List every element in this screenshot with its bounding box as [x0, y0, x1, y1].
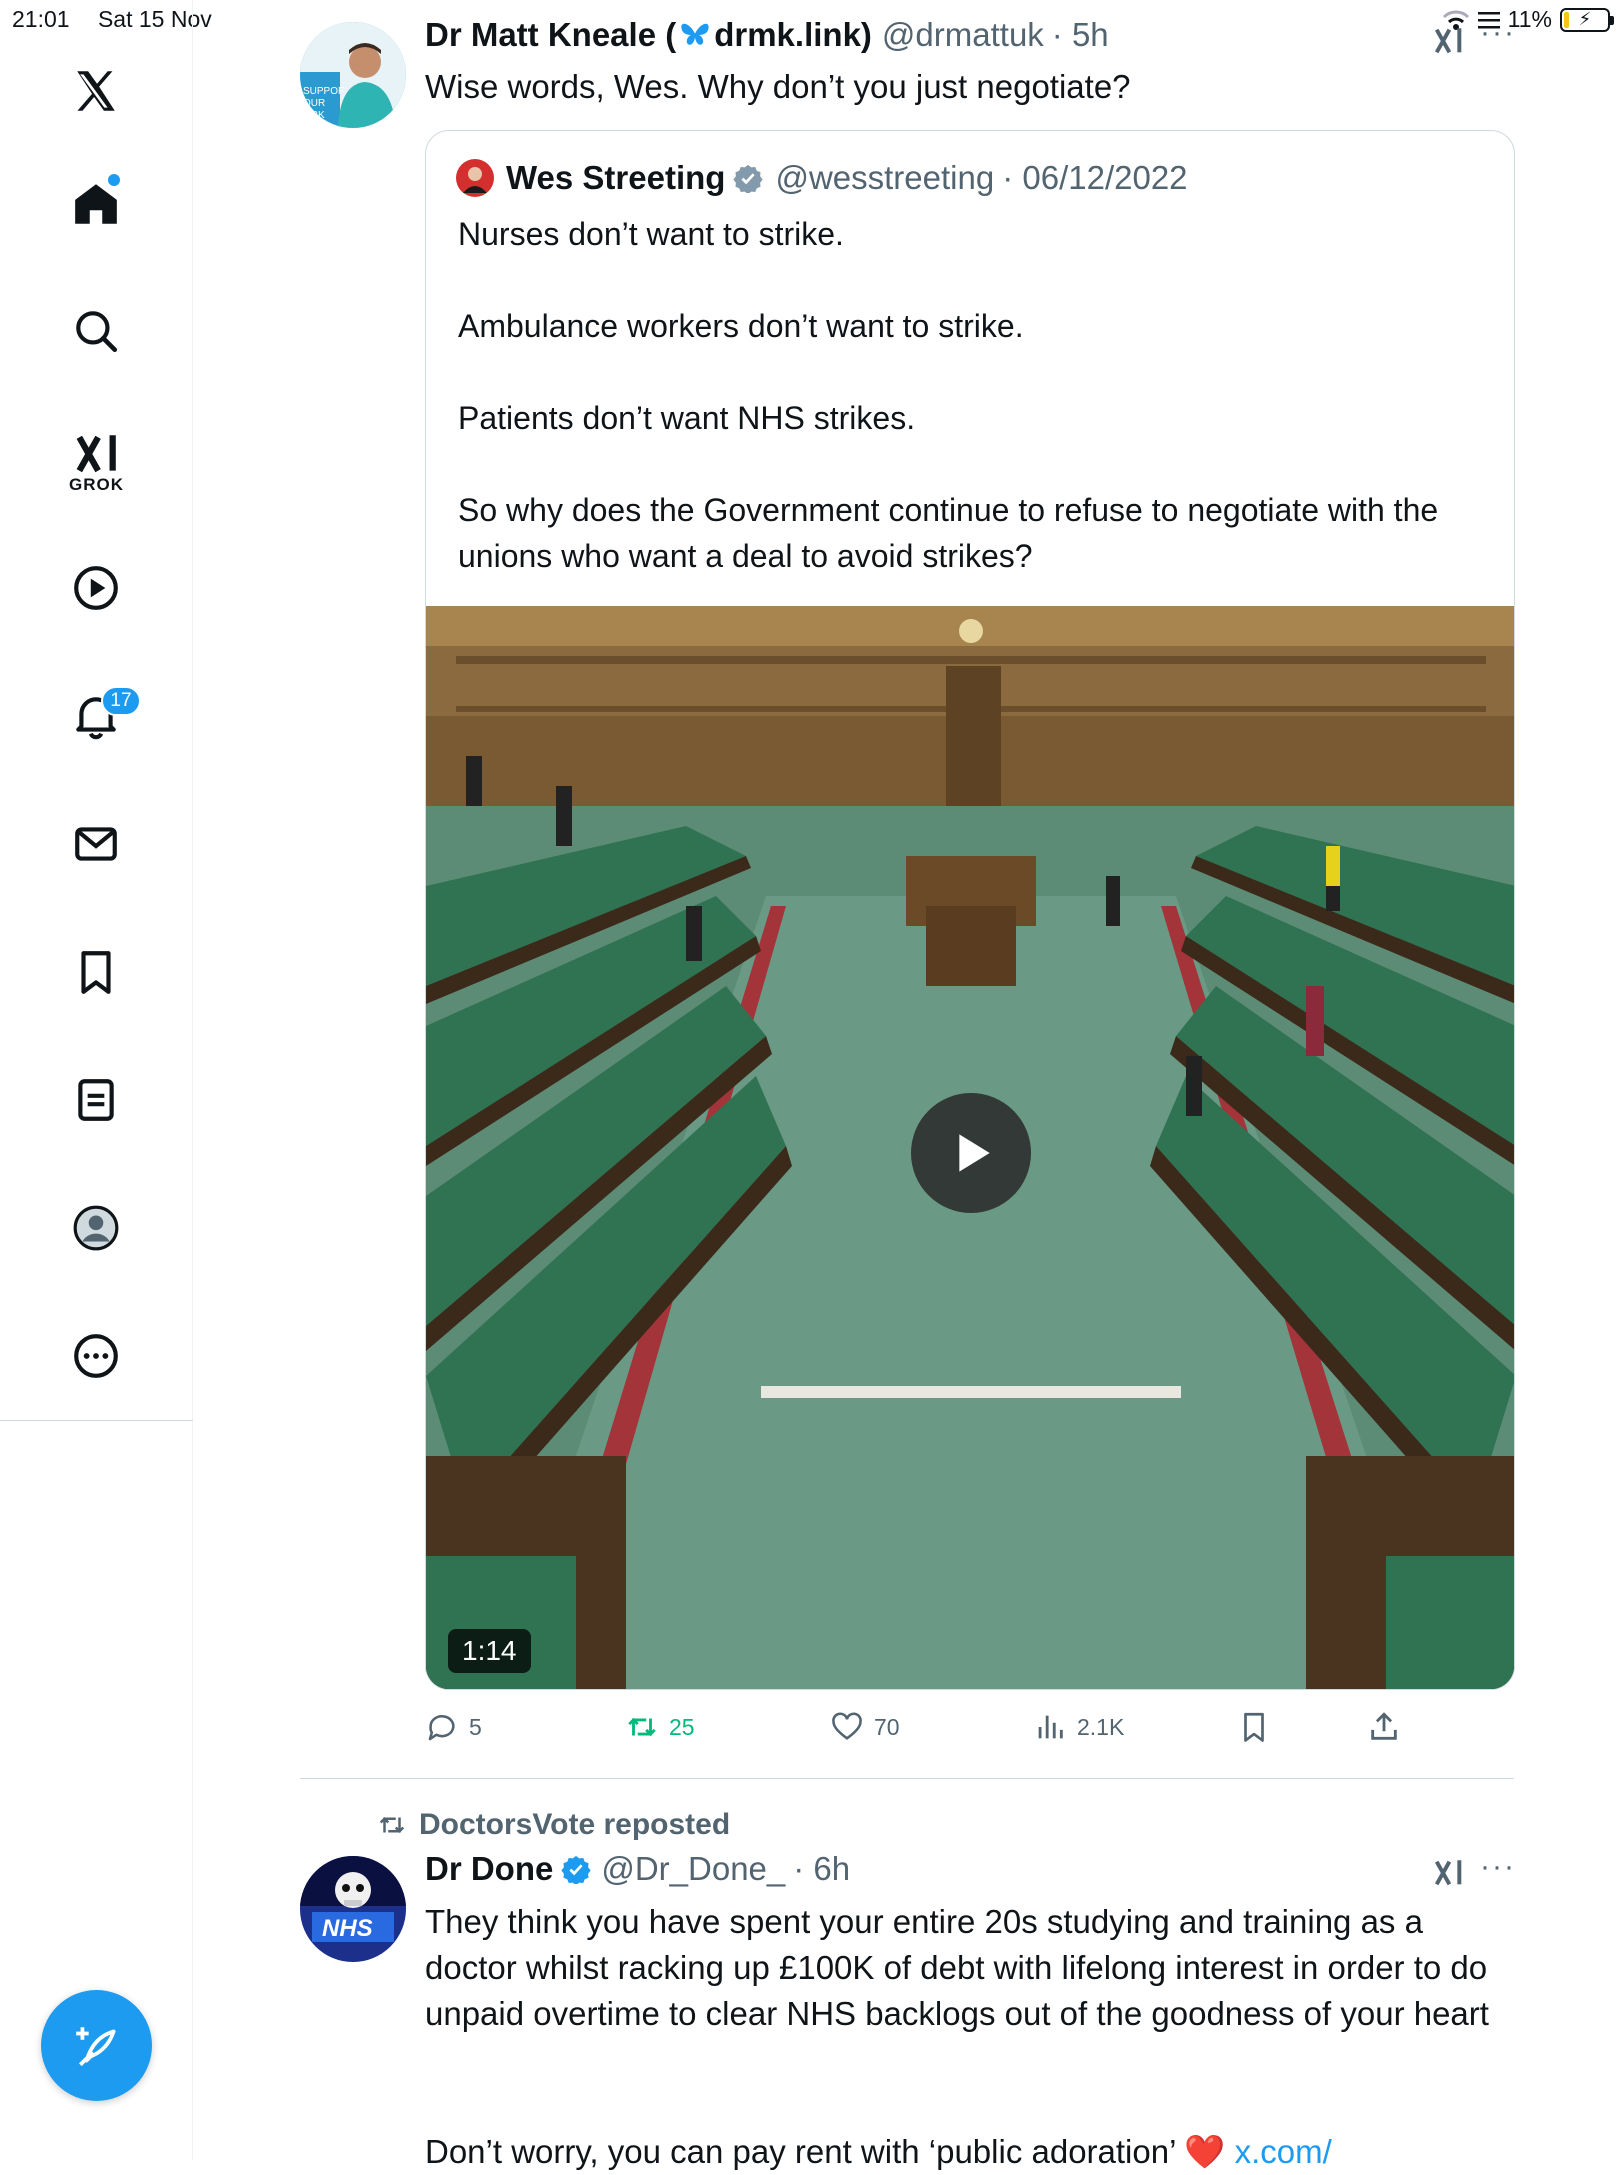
like-button[interactable]: 70: [830, 1710, 900, 1744]
play-button[interactable]: [911, 1093, 1031, 1213]
views-button[interactable]: 2.1K: [1033, 1710, 1124, 1744]
butterfly-icon: [681, 23, 709, 45]
more-options-icon[interactable]: ···: [1480, 16, 1516, 50]
repost-icon: [628, 1717, 656, 1737]
tweet-text: They think you have spent your entire 20…: [425, 1903, 1489, 2032]
views-icon: [1038, 1715, 1063, 1739]
avatar-dr-done[interactable]: NHS: [300, 1856, 406, 1962]
views-count: 2.1K: [1077, 1713, 1125, 1740]
author-name[interactable]: Dr Matt Kneale (: [425, 16, 676, 54]
reply-button[interactable]: 5: [425, 1710, 482, 1744]
grok-icon[interactable]: [1430, 1856, 1466, 1890]
quoted-tweet-date[interactable]: · 06/12/2022: [1002, 159, 1187, 197]
verified-grey-icon: [733, 164, 764, 193]
tweet-text: Wise words, Wes. Why don’t you just nego…: [425, 68, 1131, 105]
quoted-tweet-text: Nurses don’t want to strike. Ambulance w…: [458, 216, 1439, 574]
sidebar-divider: [0, 1420, 193, 1421]
repost-button[interactable]: 25: [625, 1710, 695, 1744]
quoted-tweet-header: Wes Streeting @wesstreeting · 06/12/2022: [456, 159, 1188, 197]
share-icon: [1371, 1712, 1397, 1740]
bookmarks-icon[interactable]: [60, 936, 132, 1008]
repost-icon: [379, 1816, 405, 1834]
compose-post-button[interactable]: [41, 1990, 152, 2101]
quoted-author-handle[interactable]: @wesstreeting: [775, 159, 994, 197]
x-logo-icon[interactable]: [60, 55, 132, 127]
video-icon[interactable]: [60, 552, 132, 624]
reply-icon: [428, 1715, 455, 1741]
quoted-author-name[interactable]: Wes Streeting: [506, 159, 725, 197]
tweet-actions: 5 25 70 2.1K: [425, 1710, 1515, 1750]
tweet-text-2-body: Don’t worry, you can pay rent with ‘publ…: [425, 2133, 1176, 2170]
sidebar: GROK 17: [0, 0, 193, 2160]
profile-icon[interactable]: [60, 1192, 132, 1264]
messages-icon[interactable]: [60, 808, 132, 880]
notifications-badge: 17: [101, 686, 141, 716]
reply-count: 5: [469, 1713, 482, 1740]
verified-icon: [561, 1855, 591, 1884]
tweet-time[interactable]: · 5h: [1052, 16, 1109, 54]
lists-icon[interactable]: [60, 1064, 132, 1136]
status-bar-right: 11% ⚡: [1442, 6, 1614, 33]
tweet-time[interactable]: · 6h: [793, 1850, 850, 1888]
video-player[interactable]: 1:14: [426, 606, 1514, 1689]
battery-icon: ⚡: [1560, 7, 1614, 32]
author-handle[interactable]: @Dr_Done_: [601, 1850, 785, 1888]
avatar-text-3: ORK: [303, 110, 325, 121]
compose-icon: [75, 2026, 116, 2066]
avatar-text-1: SUPPOF: [303, 86, 344, 97]
more-options-icon[interactable]: ···: [1480, 1850, 1516, 1884]
heart-icon: [832, 1712, 862, 1740]
search-icon[interactable]: [60, 295, 132, 367]
tweet-link[interactable]: x.com/: [1235, 2133, 1332, 2170]
tweet-divider: [300, 1778, 1514, 1779]
repost-indicator: DoctorsVote reposted: [375, 1808, 730, 1842]
grok-icon[interactable]: [1430, 24, 1466, 58]
avatar-text-2: OUR: [303, 98, 325, 109]
home-icon[interactable]: [60, 168, 132, 240]
more-icon[interactable]: [60, 1320, 132, 1392]
avatar-drmattuk[interactable]: SUPPOF OUR ORK: [300, 22, 406, 128]
video-duration: 1:14: [448, 1629, 531, 1673]
bookmark-icon: [1244, 1712, 1264, 1742]
tweet-text-2: Don’t worry, you can pay rent with ‘publ…: [425, 2129, 1515, 2175]
play-icon: [959, 1134, 990, 1172]
reposted-by[interactable]: DoctorsVote reposted: [419, 1808, 730, 1842]
tweet-header: Dr Matt Kneale ( drmk.link) @drmattuk · …: [425, 16, 1109, 54]
grok-label: GROK: [69, 475, 124, 494]
avatar-wesstreeting[interactable]: [456, 159, 494, 197]
author-name[interactable]: Dr Done: [425, 1850, 553, 1888]
bookmark-button[interactable]: [1237, 1710, 1271, 1744]
red-heart-icon: ❤️: [1184, 2133, 1226, 2170]
quoted-tweet[interactable]: Wes Streeting @wesstreeting · 06/12/2022…: [425, 130, 1515, 1690]
share-button[interactable]: [1367, 1710, 1401, 1744]
home-notification-dot: [108, 174, 120, 186]
avatar-nhs-text: NHS: [322, 1915, 373, 1942]
author-name-suffix[interactable]: drmk.link): [714, 16, 872, 54]
repost-count: 25: [669, 1713, 695, 1740]
like-count: 70: [874, 1713, 900, 1740]
author-handle[interactable]: @drmattuk: [882, 16, 1044, 54]
tweet-header: Dr Done @Dr_Done_ · 6h: [425, 1850, 850, 1888]
